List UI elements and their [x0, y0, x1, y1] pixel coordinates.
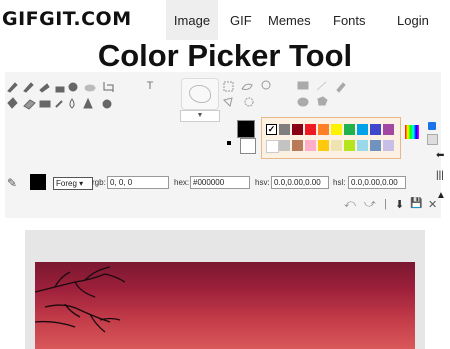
foreground-color-swatch[interactable]	[237, 120, 255, 138]
line-shape-icon[interactable]	[316, 81, 327, 91]
smudge-icon[interactable]	[84, 84, 96, 92]
stamp-icon[interactable]	[55, 86, 65, 93]
color-mode-select[interactable]: Foreg ▾	[53, 177, 93, 190]
palette-swatch[interactable]	[305, 140, 316, 151]
sharpen-icon[interactable]	[83, 97, 93, 109]
drop-icon[interactable]	[69, 98, 75, 109]
nav-item-image[interactable]: Image	[166, 0, 218, 40]
layers-icon[interactable]: |||	[436, 170, 444, 181]
arrow-left-icon[interactable]: ⬅	[436, 150, 444, 161]
palette-swatch[interactable]	[305, 124, 316, 135]
redo-icon[interactable]: ⤻	[364, 198, 376, 211]
close-icon[interactable]: ✕	[428, 198, 437, 211]
palette-swatch-selected[interactable]: ✓	[266, 124, 277, 135]
undo-icon[interactable]: ⤺	[344, 198, 356, 211]
canvas-image[interactable]	[35, 262, 415, 349]
current-color-swatch	[30, 174, 46, 190]
rect-select-icon[interactable]	[223, 81, 234, 92]
palette-swatch[interactable]	[266, 140, 279, 153]
hsv-label: hsv:	[255, 178, 270, 187]
site-logo[interactable]: GIFGIT.COM	[2, 8, 132, 30]
palette-swatch[interactable]	[383, 124, 394, 135]
polygon-shape-icon[interactable]	[317, 96, 328, 106]
poly-select-icon[interactable]	[223, 97, 233, 107]
palette-swatch[interactable]	[357, 140, 368, 151]
palette-swatch[interactable]	[318, 124, 329, 135]
gradient-icon[interactable]	[39, 100, 51, 108]
toolbar-row-2	[7, 97, 112, 110]
pen-shape-icon[interactable]	[336, 82, 346, 93]
page-title: Color Picker Tool	[97, 38, 353, 73]
custom-color-icon[interactable]	[405, 125, 419, 139]
rgb-input[interactable]: 0, 0, 0	[107, 176, 169, 189]
palette-swatch[interactable]	[318, 140, 329, 151]
brush-icon[interactable]	[23, 82, 34, 93]
palette-swatch[interactable]	[357, 124, 368, 135]
palette-swatch[interactable]	[292, 124, 303, 135]
ellipse-select-icon[interactable]	[244, 97, 254, 107]
hex-label: hex:	[174, 178, 190, 187]
nav-item-memes[interactable]: Memes	[268, 0, 311, 40]
zoom-icon[interactable]	[261, 80, 271, 90]
blur-icon[interactable]	[68, 82, 78, 92]
save-icon[interactable]: 💾	[410, 198, 422, 209]
rgb-label: rgb:	[92, 178, 106, 187]
palette-swatch[interactable]	[279, 140, 290, 151]
shape-preview[interactable]	[181, 78, 219, 110]
palette-swatch[interactable]	[344, 124, 355, 135]
fill-bucket-icon[interactable]	[7, 97, 18, 109]
transparent-swatch[interactable]	[427, 134, 438, 145]
hsl-input[interactable]: 0.0,0.00,0.00	[348, 176, 406, 189]
background-color-swatch[interactable]	[240, 138, 256, 154]
default-colors-icon[interactable]	[227, 141, 231, 145]
triangle-up-icon[interactable]: ▲	[436, 190, 446, 201]
pencil-icon[interactable]	[7, 82, 18, 93]
ellipse-shape-icon[interactable]	[297, 97, 309, 107]
palette-swatch[interactable]	[370, 140, 381, 151]
palette-checkbox[interactable]	[428, 122, 436, 130]
eyedropper-icon[interactable]: ✎	[7, 176, 23, 190]
line-tool-icon[interactable]	[55, 100, 63, 108]
palette-swatch[interactable]	[292, 140, 303, 151]
nav-item-login[interactable]: Login	[397, 0, 429, 40]
toolbar-row-1	[7, 82, 114, 93]
nav-item-fonts[interactable]: Fonts	[333, 0, 366, 40]
shape-tools	[297, 81, 346, 107]
hsl-label: hsl:	[333, 178, 346, 187]
palette-swatch[interactable]	[370, 124, 381, 135]
rectangle-shape-icon[interactable]	[297, 81, 309, 90]
lasso-icon[interactable]	[241, 83, 253, 90]
blob-shape	[189, 85, 211, 103]
palette-swatch[interactable]	[331, 140, 342, 151]
color-palette: ✓	[261, 117, 401, 159]
text-tool-icon[interactable]: T	[144, 80, 156, 92]
palette-swatch[interactable]	[383, 140, 394, 151]
shape-dropdown[interactable]: ▼	[180, 110, 220, 122]
top-nav: GIFGIT.COM Image GIF Memes Fonts Login	[0, 0, 450, 40]
palette-swatch[interactable]	[331, 124, 342, 135]
hsv-input[interactable]: 0.0,0.00,0.00	[271, 176, 329, 189]
tree-branch-silhouette	[35, 266, 126, 333]
palette-swatch[interactable]	[279, 124, 290, 135]
hex-input[interactable]: #000000	[190, 176, 250, 189]
history-separator: |	[384, 198, 387, 210]
palette-swatch[interactable]	[344, 140, 355, 151]
selection-tools	[223, 80, 271, 107]
spray-icon[interactable]	[39, 83, 50, 93]
download-icon[interactable]: ⬇	[395, 198, 404, 211]
nav-item-gif[interactable]: GIF	[230, 0, 252, 40]
crop-icon[interactable]	[103, 82, 114, 92]
sponge-icon[interactable]	[102, 99, 112, 109]
eraser-icon[interactable]	[23, 99, 36, 110]
